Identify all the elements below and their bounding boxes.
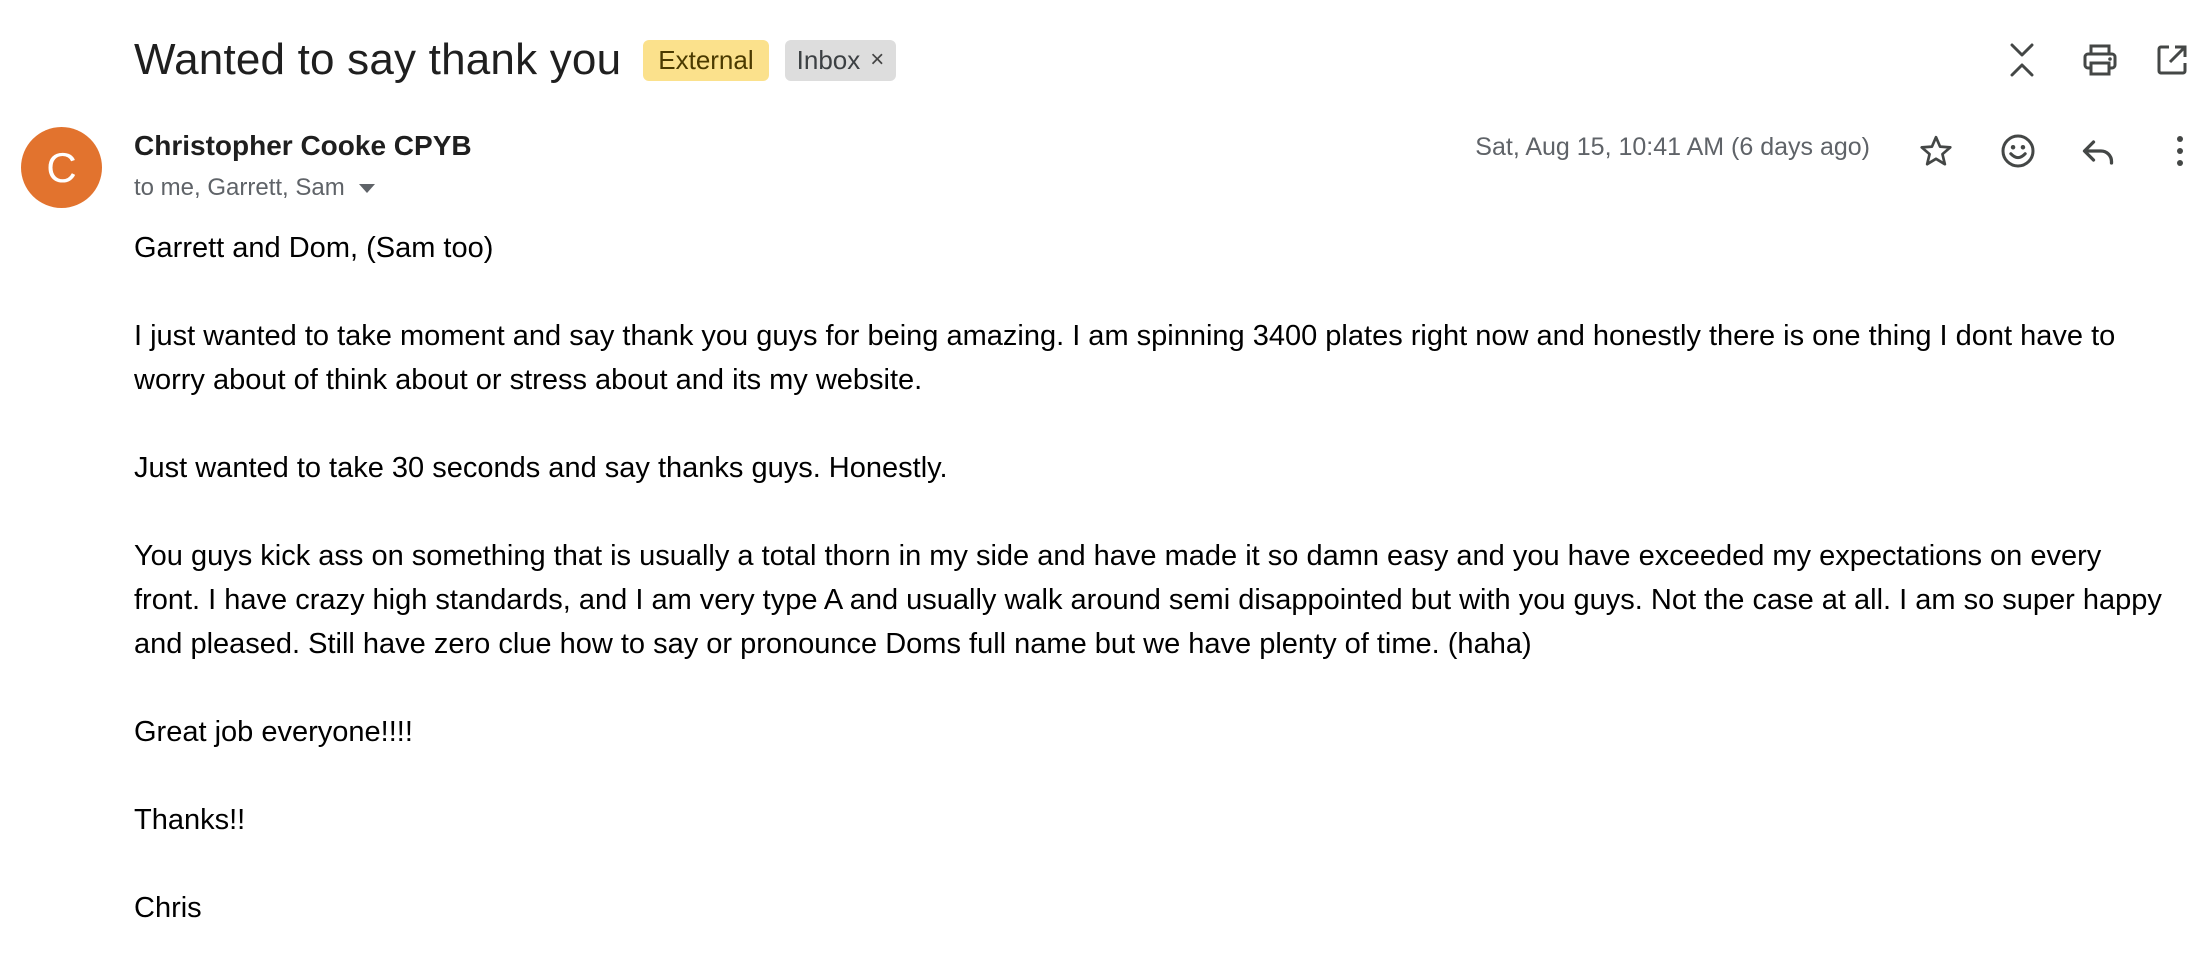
reply-icon xyxy=(2082,140,2114,165)
emoji-reaction-icon xyxy=(2001,134,2035,168)
reply-button[interactable] xyxy=(2076,129,2120,173)
inbox-label-text: Inbox xyxy=(796,44,861,75)
body-paragraph: Garrett and Dom, (Sam too) xyxy=(134,232,494,264)
show-details-caret-icon[interactable] xyxy=(358,183,375,193)
message-actions xyxy=(1900,126,2210,176)
remove-label-icon[interactable]: × xyxy=(870,46,884,74)
sender-name[interactable]: Christopher Cooke CPYB xyxy=(134,130,472,162)
thread-actions xyxy=(2000,38,2210,82)
body-paragraph: I just wanted to take moment and say tha… xyxy=(134,320,2116,396)
signature: Chris xyxy=(134,892,202,924)
print-button[interactable] xyxy=(2078,38,2122,82)
subject-row: Wanted to say thank you External Inbox × xyxy=(134,30,897,90)
print-icon xyxy=(2083,44,2117,76)
more-vert-icon xyxy=(2177,136,2183,166)
email-subject: Wanted to say thank you xyxy=(134,35,622,84)
collapse-all-icon xyxy=(2010,43,2034,77)
sender-avatar[interactable]: C xyxy=(21,127,102,208)
external-label: External xyxy=(643,39,769,81)
open-in-new-window-button[interactable] xyxy=(2150,38,2194,82)
message-date: Sat, Aug 15, 10:41 AM (6 days ago) xyxy=(1475,133,1870,161)
open-in-new-window-icon xyxy=(2157,45,2187,75)
body-paragraph: You guys kick ass on something that is u… xyxy=(134,540,2162,660)
more-options-button[interactable] xyxy=(2158,129,2202,173)
add-reaction-button[interactable] xyxy=(1996,129,2040,173)
recipients-dropdown[interactable]: to me, Garrett, Sam xyxy=(134,174,375,202)
body-paragraph: Just wanted to take 30 seconds and say t… xyxy=(134,452,948,484)
recipients-text: to me, Garrett, Sam xyxy=(134,174,345,201)
message-body: Garrett and Dom, (Sam too) I just wanted… xyxy=(134,226,2164,974)
body-paragraph: Great job everyone!!!! xyxy=(134,716,413,748)
star-button[interactable] xyxy=(1914,129,1958,173)
collapse-all-button[interactable] xyxy=(2000,38,2044,82)
body-paragraph: Thanks!! xyxy=(134,804,246,836)
star-icon xyxy=(1920,135,1952,166)
inbox-label[interactable]: Inbox × xyxy=(784,39,897,81)
